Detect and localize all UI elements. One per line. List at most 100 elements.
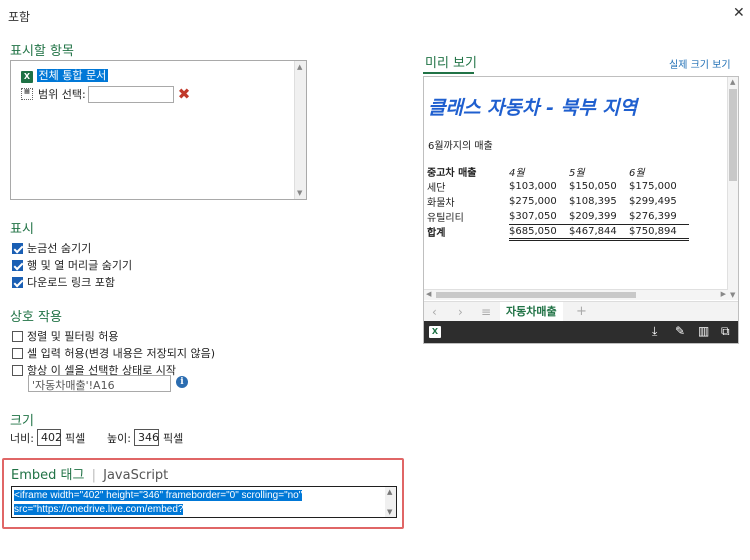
tab-prev-icon[interactable]: ‹ [432, 305, 437, 319]
hscroll-left-icon[interactable]: ◀ [426, 290, 431, 298]
sheet-list-icon[interactable]: ≡ [481, 305, 491, 319]
preview-toolbar: X ⤓ ✎ ▥ ⧉ [424, 321, 738, 343]
width-label: 너비: [10, 431, 34, 445]
embed-tabs: Embed 태그 | JavaScript [11, 464, 168, 483]
code-scroll-up-icon[interactable]: ▲ [387, 488, 392, 496]
table-cell: $299,495 [629, 196, 677, 207]
preview-hscrollbar[interactable]: ◀ ▶ [424, 289, 728, 300]
embed-code-box: Embed 태그 | JavaScript <iframe width="402… [2, 458, 404, 529]
dialog-title: 포함 [8, 10, 31, 24]
width-unit: 픽셀 [64, 431, 86, 445]
total-label: 합계 [427, 228, 446, 239]
hscroll-thumb[interactable] [436, 292, 636, 298]
allow-sort-label: 정렬 및 필터링 허용 [27, 330, 119, 343]
total-cell: $685,050 [509, 224, 569, 241]
info-icon[interactable]: i [176, 376, 188, 388]
close-icon[interactable]: ✕ [733, 5, 745, 21]
table-cell: $275,000 [509, 196, 557, 207]
table-cell: $307,050 [509, 209, 569, 225]
code-scrollbar[interactable]: ▲ ▼ [385, 487, 396, 517]
table-cell: 세단 [427, 183, 446, 194]
table-cell: $276,399 [629, 209, 689, 225]
hscroll-right-icon[interactable]: ▶ [721, 290, 726, 298]
tab-divider: | [91, 468, 96, 483]
vscroll-thumb[interactable] [729, 89, 737, 181]
header-cell: 5월 [569, 168, 585, 179]
table-row: 유틸리티 $307,050 $209,399 $276,399 [427, 209, 689, 225]
table-cell: $108,395 [569, 196, 617, 207]
allow-input-label: 셀 입력 허용(변경 내용은 저장되지 않음) [27, 347, 215, 360]
header-cell: 4월 [509, 168, 525, 179]
embed-code-line1: <iframe width="402" height="346" framebo… [14, 490, 303, 501]
vscroll-down-icon[interactable]: ▼ [730, 291, 735, 299]
sheet-tab-active[interactable]: 자동차매출 [500, 302, 563, 323]
start-cell-checkbox[interactable] [12, 364, 23, 376]
range-select-label: 범위 선택: [38, 88, 86, 101]
allow-input-checkbox[interactable] [12, 347, 23, 359]
table-cell: $103,000 [509, 181, 557, 192]
tab-next-icon[interactable]: › [458, 305, 463, 319]
option-hide-headers[interactable]: 행 및 열 머리글 숨기기 [12, 257, 132, 273]
tree-scrollbar[interactable]: ▲ ▼ [294, 61, 306, 199]
header-cell: 중고차 매출 [427, 168, 477, 179]
table-header-row: 중고차 매출 4월 5월 6월 [427, 164, 689, 179]
download-link-checkbox[interactable] [12, 276, 23, 288]
tab-javascript[interactable]: JavaScript [103, 468, 168, 483]
fullscreen-icon[interactable]: ⧉ [721, 324, 730, 339]
option-allow-sort[interactable]: 정렬 및 필터링 허용 [12, 328, 118, 344]
tree-item-entire-workbook[interactable]: X 전체 통합 문서 [21, 67, 109, 83]
info-book-icon[interactable]: ▥ [698, 324, 709, 338]
range-input[interactable] [87, 85, 174, 103]
tab-embed[interactable]: Embed 태그 [11, 468, 84, 483]
height-row: 높이: 346 픽셀 [107, 429, 183, 446]
height-input[interactable]: 346 [133, 429, 159, 446]
option-allow-input[interactable]: 셀 입력 허용(변경 내용은 저장되지 않음) [12, 345, 215, 361]
embed-code-textarea[interactable]: <iframe width="402" height="346" framebo… [11, 486, 397, 518]
display-section-title: 표시 [10, 222, 34, 237]
preview-vscrollbar[interactable]: ▲ ▼ [727, 77, 738, 300]
excel-logo-icon: X [429, 326, 441, 338]
option-download-link[interactable]: 다운로드 링크 포함 [12, 274, 115, 290]
add-sheet-icon[interactable]: + [576, 304, 587, 319]
hide-headers-checkbox[interactable] [12, 259, 23, 271]
download-icon[interactable]: ⤓ [652, 324, 657, 339]
embed-code-line2: src="https://onedrive.live.com/embed? [14, 504, 184, 515]
width-input[interactable]: 402 [36, 429, 62, 446]
scroll-up-icon[interactable]: ▲ [297, 63, 302, 71]
tree-item-range-select[interactable]: ▦ 범위 선택: ✖ [21, 85, 190, 103]
hide-gridlines-label: 눈금선 숨기기 [27, 242, 92, 255]
table-row: 세단 $103,000 $150,050 $175,000 [427, 179, 689, 194]
table-cell: $175,000 [629, 181, 677, 192]
table-cell: 화물차 [427, 198, 455, 209]
download-link-label: 다운로드 링크 포함 [27, 276, 115, 289]
header-cell: 6월 [629, 168, 645, 179]
preview-frame: 클래스 자동차 - 북부 지역 6월까지의 매출 중고차 매출 4월 5월 6월… [423, 76, 739, 344]
sales-table: 중고차 매출 4월 5월 6월 세단 $103,000 $150,050 $17… [427, 164, 689, 241]
width-row: 너비: 402 픽셀 [10, 429, 85, 446]
table-cell: $209,399 [569, 209, 629, 225]
height-unit: 픽셀 [162, 431, 184, 445]
code-scroll-down-icon[interactable]: ▼ [387, 508, 392, 516]
total-cell: $750,894 [629, 224, 689, 241]
survey-icon[interactable]: ✎ [675, 324, 685, 338]
hide-gridlines-checkbox[interactable] [12, 242, 23, 254]
sheet-heading: 클래스 자동차 - 북부 지역 [428, 97, 638, 119]
start-cell-input[interactable]: '자동차매출'!A16 [28, 375, 171, 392]
items-section-title: 표시할 항목 [10, 44, 74, 59]
tree-item-label: 전체 통합 문서 [36, 69, 109, 82]
actual-size-link[interactable]: 실제 크기 보기 [669, 56, 731, 71]
clear-range-icon[interactable]: ✖ [178, 85, 191, 103]
vscroll-up-icon[interactable]: ▲ [730, 78, 735, 86]
items-tree[interactable]: X 전체 통합 문서 ▦ 범위 선택: ✖ ▲ ▼ [10, 60, 307, 200]
table-cell: 유틸리티 [427, 213, 464, 224]
sheet-subtitle: 6월까지의 매출 [428, 141, 493, 152]
scroll-down-icon[interactable]: ▼ [297, 189, 302, 197]
table-cell: $150,050 [569, 181, 617, 192]
total-cell: $467,844 [569, 224, 629, 241]
preview-title: 미리 보기 [425, 56, 477, 71]
range-icon: ▦ [21, 88, 33, 100]
option-hide-gridlines[interactable]: 눈금선 숨기기 [12, 240, 91, 256]
allow-sort-checkbox[interactable] [12, 330, 23, 342]
table-total-row: 합계 $685,050 $467,844 $750,894 [427, 224, 689, 241]
height-label: 높이: [107, 431, 131, 445]
